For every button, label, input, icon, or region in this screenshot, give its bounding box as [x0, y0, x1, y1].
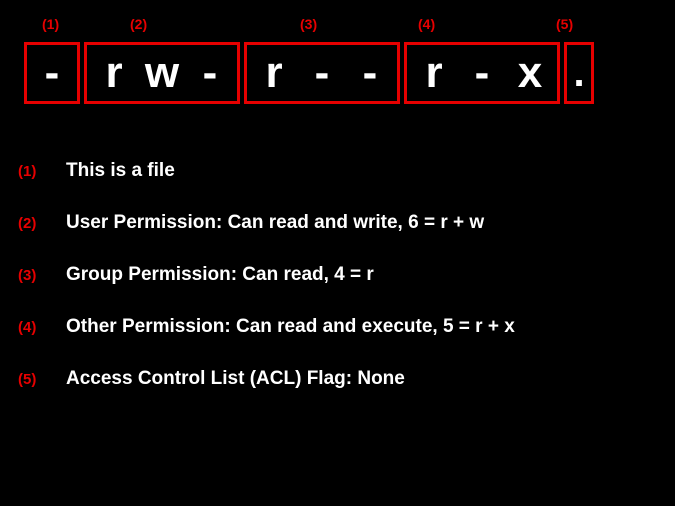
file-type-box: -: [24, 42, 80, 104]
explanation-4-num: (4): [18, 319, 66, 336]
explanation-4: (4) Other Permission: Can read and execu…: [18, 316, 515, 338]
label-3: (3): [300, 16, 317, 32]
explanation-2: (2) User Permission: Can read and write,…: [18, 212, 515, 234]
user-permission-box: r w -: [84, 42, 240, 104]
explanation-1-num: (1): [18, 163, 66, 180]
explanation-4-text: Other Permission: Can read and execute, …: [66, 316, 515, 338]
explanation-2-text: User Permission: Can read and write, 6 =…: [66, 212, 484, 234]
other-read-char: r: [410, 51, 458, 95]
label-1: (1): [42, 16, 59, 32]
explanation-5-num: (5): [18, 371, 66, 388]
group-permission-box: r - -: [244, 42, 400, 104]
label-2: (2): [130, 16, 147, 32]
explanation-2-num: (2): [18, 215, 66, 232]
explanation-1-text: This is a file: [66, 160, 175, 182]
other-permission-box: r - x: [404, 42, 560, 104]
group-read-char: r: [250, 51, 298, 95]
other-write-char: -: [458, 51, 506, 95]
user-write-char: w: [138, 51, 186, 95]
group-labels-row: (1) (2) (3) (4) (5): [0, 16, 675, 40]
label-4: (4): [418, 16, 435, 32]
label-5: (5): [556, 16, 573, 32]
explanation-1: (1) This is a file: [18, 160, 515, 182]
explanation-3-text: Group Permission: Can read, 4 = r: [66, 264, 374, 286]
acl-flag-char: .: [568, 53, 590, 93]
explanations-list: (1) This is a file (2) User Permission: …: [18, 160, 515, 420]
explanation-3-num: (3): [18, 267, 66, 284]
explanation-5-text: Access Control List (ACL) Flag: None: [66, 368, 405, 390]
file-type-char: -: [28, 51, 76, 95]
acl-flag-box: .: [564, 42, 594, 104]
group-write-char: -: [298, 51, 346, 95]
explanation-5: (5) Access Control List (ACL) Flag: None: [18, 368, 515, 390]
group-exec-char: -: [346, 51, 394, 95]
user-exec-char: -: [186, 51, 234, 95]
other-exec-char: x: [506, 51, 554, 95]
permission-string-row: - r w - r - - r - x .: [24, 42, 594, 104]
explanation-3: (3) Group Permission: Can read, 4 = r: [18, 264, 515, 286]
user-read-char: r: [90, 51, 138, 95]
